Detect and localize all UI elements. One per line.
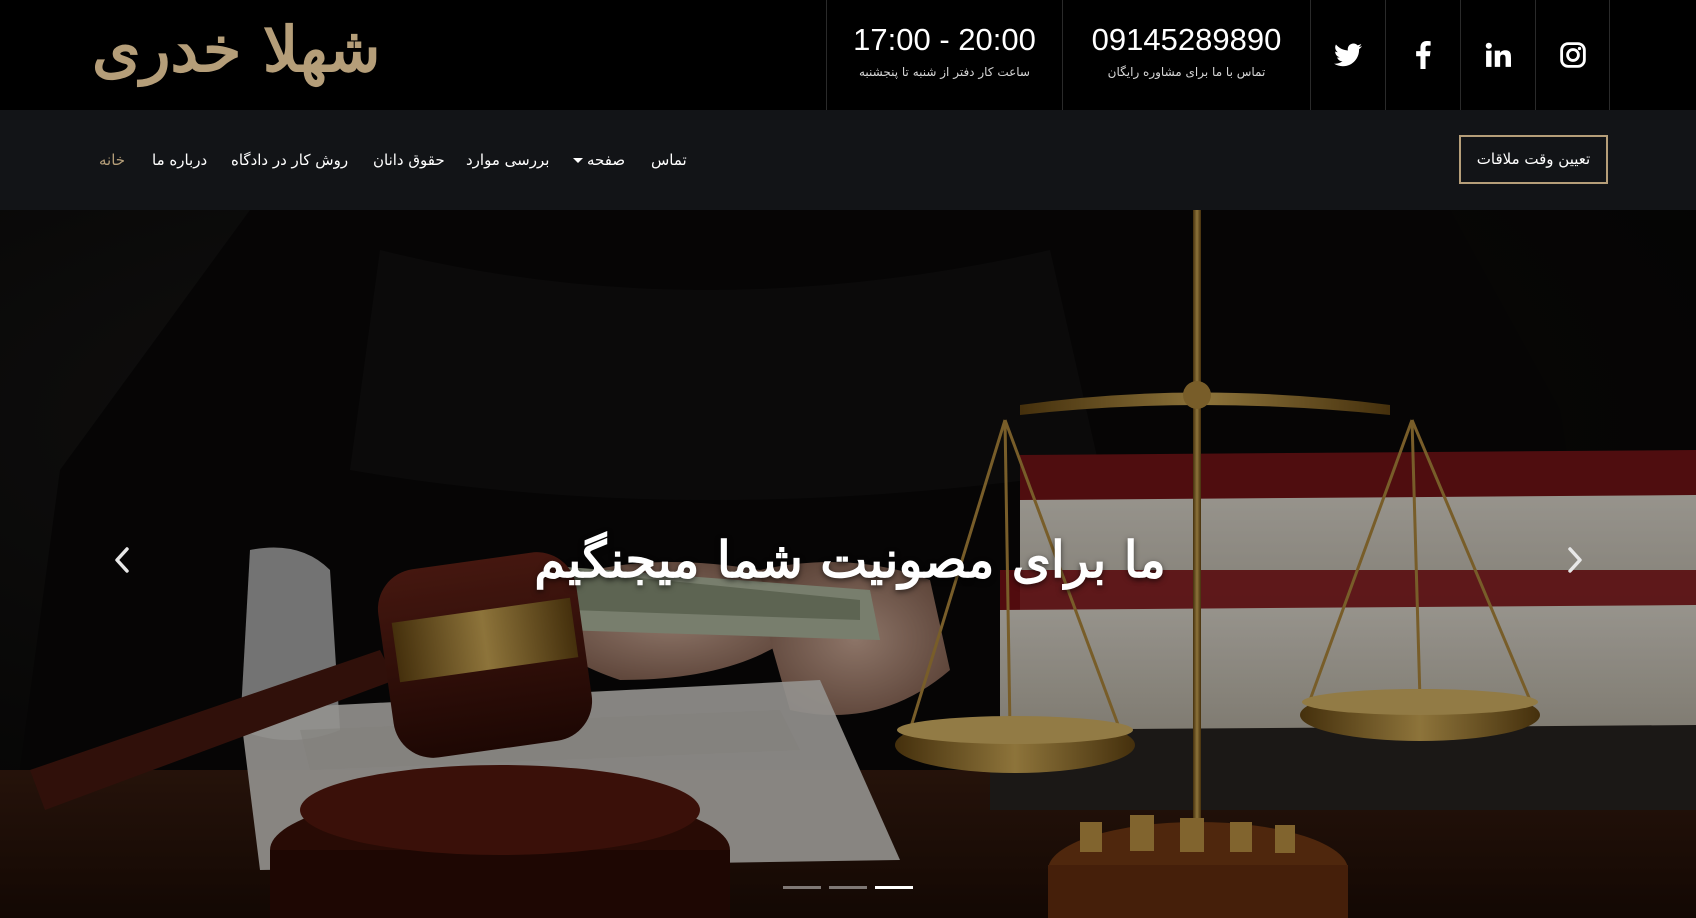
nav-item-label: خانه [99, 151, 126, 169]
caret-down-icon [573, 158, 583, 163]
carousel-prev-button[interactable] [107, 545, 137, 575]
nav-item-contact[interactable]: تماس [651, 148, 687, 172]
nav-item-label: روش کار در دادگاه [231, 151, 349, 169]
nav-item-pages-dropdown[interactable]: صفحه [573, 148, 625, 172]
contact-phone: 09145289890 تماس با ما برای مشاوره رایگا… [1062, 0, 1310, 110]
phone-number[interactable]: 09145289890 [1063, 22, 1310, 58]
nav-item-label: بررسی موارد [466, 151, 550, 169]
phone-caption: تماس با ما برای مشاوره رایگان [1107, 65, 1266, 79]
twitter-icon [1334, 43, 1362, 67]
twitter-link[interactable] [1310, 0, 1385, 110]
instagram-link[interactable] [1535, 0, 1610, 110]
nav-item-court-procedure[interactable]: روش کار در دادگاه [231, 148, 348, 172]
main-navbar: تعیین وقت ملاقات خانه درباره ما روش کار … [0, 110, 1696, 210]
nav-item-case-review[interactable]: بررسی موارد [466, 148, 549, 172]
nav-item-label: حقوق دانان [373, 151, 445, 169]
instagram-icon [1559, 42, 1586, 68]
chevron-left-icon [115, 547, 129, 573]
hero-title: ما برای مصونیت شما میجنگیم [534, 530, 1166, 589]
facebook-icon [1416, 41, 1431, 69]
nav-item-label: درباره ما [152, 151, 208, 169]
brand-logo[interactable]: شهلا خدری [92, 8, 422, 92]
office-hours-value: 17:00 - 20:00 [853, 22, 1036, 57]
nav-item-home[interactable]: خانه [99, 148, 125, 172]
nav-item-about[interactable]: درباره ما [152, 148, 207, 172]
office-hours-caption: ساعت کار دفتر از شنبه تا پنجشنبه [859, 65, 1030, 79]
chevron-right-icon [1568, 547, 1582, 573]
nav-item-lawyers[interactable]: حقوق دانان [373, 148, 445, 172]
nav-item-label: صفحه [587, 151, 626, 169]
carousel-indicator-1[interactable] [783, 886, 821, 889]
linkedin-link[interactable] [1460, 0, 1535, 110]
carousel-indicators [783, 884, 913, 892]
facebook-link[interactable] [1385, 0, 1460, 110]
carousel-indicator-3[interactable] [875, 886, 913, 889]
office-hours: 17:00 - 20:00 ساعت کار دفتر از شنبه تا پ… [826, 0, 1062, 110]
linkedin-icon [1485, 42, 1511, 67]
hero-carousel: ما برای مصونیت شما میجنگیم [0, 210, 1696, 918]
nav-menu: خانه درباره ما روش کار در دادگاه حقوق دا… [0, 110, 1696, 210]
carousel-next-button[interactable] [1560, 545, 1590, 575]
carousel-indicator-2[interactable] [829, 886, 867, 889]
top-bar: شهلا خدری 17:00 - 20:00 ساعت کار دفتر از… [0, 0, 1696, 110]
nav-item-label: تماس [651, 151, 687, 169]
